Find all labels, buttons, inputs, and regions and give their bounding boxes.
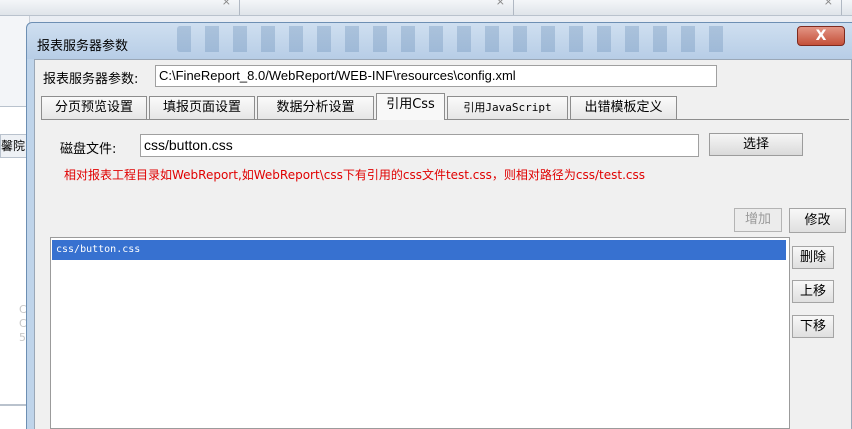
delete-button[interactable]: 删除: [792, 246, 834, 269]
tab-css-reference[interactable]: 引用Css: [376, 93, 445, 120]
close-icon[interactable]: ×: [824, 0, 833, 7]
tab-error-template[interactable]: 出错模板定义: [570, 96, 677, 119]
modify-button[interactable]: 修改: [789, 208, 846, 233]
server-path-field[interactable]: C:\FineReport_8.0/WebReport/WEB-INF\reso…: [155, 65, 717, 87]
background-tab[interactable]: ×: [0, 0, 240, 15]
close-icon[interactable]: ×: [222, 0, 231, 7]
close-icon[interactable]: ×: [496, 0, 505, 7]
background-tab-bar: × × ×: [0, 0, 852, 16]
move-up-button[interactable]: 上移: [792, 280, 834, 303]
disk-file-label: 磁盘文件:: [60, 142, 117, 157]
dialog-title: 报表服务器参数: [37, 39, 129, 54]
choose-button[interactable]: 选择: [709, 133, 803, 156]
tab-page-preview[interactable]: 分页预览设置: [41, 96, 147, 119]
background-tab[interactable]: ×: [244, 0, 514, 15]
tab-fill-page[interactable]: 填报页面设置: [149, 96, 255, 119]
list-item[interactable]: css/button.css: [52, 240, 786, 260]
background-tab[interactable]: ×: [542, 0, 842, 15]
path-hint-text: 相对报表工程目录如WebReport,如WebReport\css下有引用的cs…: [64, 168, 646, 182]
move-down-button[interactable]: 下移: [792, 315, 834, 338]
blurred-toolbar: [177, 26, 737, 52]
background-faint-text: 5: [19, 331, 26, 344]
dialog-title-bar[interactable]: 报表服务器参数 X: [27, 23, 852, 59]
add-button[interactable]: 增加: [734, 208, 782, 232]
tab-data-analysis[interactable]: 数据分析设置: [257, 96, 374, 119]
tab-javascript-reference[interactable]: 引用JavaScript: [447, 96, 568, 119]
close-button[interactable]: X: [797, 26, 845, 46]
server-path-label: 报表服务器参数:: [43, 72, 139, 87]
disk-file-field[interactable]: css/button.css: [140, 134, 699, 157]
css-file-list[interactable]: css/button.css: [50, 237, 790, 429]
